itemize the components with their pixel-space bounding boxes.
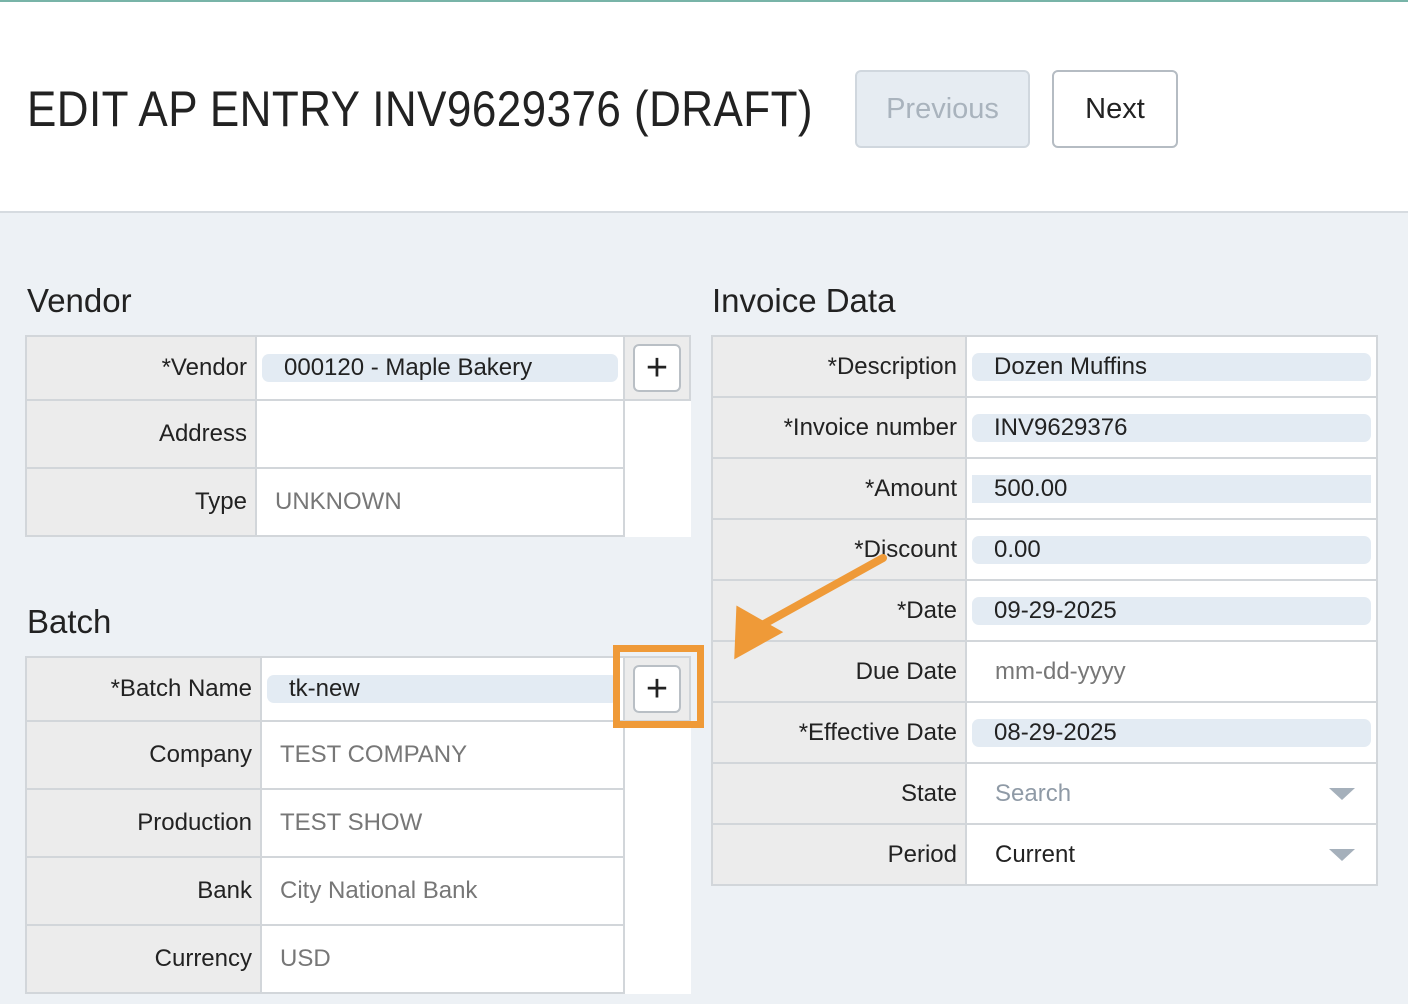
- vendor-table: *Vendor 000120 - Maple Bakery + Address …: [25, 335, 691, 537]
- effective-date-input[interactable]: 08-29-2025: [972, 718, 1371, 747]
- date-label: *Date: [711, 579, 967, 642]
- production-field: TEST SHOW: [260, 788, 625, 858]
- state-label: State: [711, 762, 967, 825]
- period-select[interactable]: Current: [972, 841, 1371, 869]
- invoice-number-label: *Invoice number: [711, 396, 967, 459]
- currency-field: USD: [260, 924, 625, 994]
- previous-button[interactable]: Previous: [855, 70, 1030, 148]
- description-field[interactable]: Dozen Muffins: [965, 335, 1378, 398]
- invoice-number-input[interactable]: INV9629376: [972, 413, 1371, 442]
- effective-date-field[interactable]: 08-29-2025: [965, 701, 1378, 764]
- page-title: EDIT AP ENTRY INV9629376 (DRAFT): [27, 81, 814, 137]
- production-label: Production: [25, 788, 262, 858]
- vendor-section-title: Vendor: [27, 282, 132, 319]
- company-field: TEST COMPANY: [260, 720, 625, 790]
- effective-date-label: *Effective Date: [711, 701, 967, 764]
- description-input[interactable]: Dozen Muffins: [972, 352, 1371, 381]
- state-field[interactable]: Search: [965, 762, 1378, 825]
- type-field: UNKNOWN: [255, 467, 625, 537]
- state-placeholder: Search: [995, 779, 1072, 807]
- date-field[interactable]: 09-29-2025: [965, 579, 1378, 642]
- period-value: Current: [995, 840, 1076, 868]
- batch-section-title: Batch: [27, 603, 112, 640]
- company-value: TEST COMPANY: [280, 741, 468, 768]
- discount-field[interactable]: 0.00: [965, 518, 1378, 581]
- chevron-down-icon[interactable]: [1329, 787, 1355, 800]
- address-label: Address: [25, 399, 257, 469]
- batch-name-label: *Batch Name: [25, 656, 262, 722]
- next-button[interactable]: Next: [1052, 70, 1178, 148]
- amount-field[interactable]: 500.00: [965, 457, 1378, 520]
- currency-value: USD: [280, 945, 331, 972]
- due-date-label: Due Date: [711, 640, 967, 703]
- production-value: TEST SHOW: [280, 809, 423, 836]
- due-date-input[interactable]: mm-dd-yyyy: [972, 658, 1126, 685]
- address-field: [255, 399, 625, 469]
- company-label: Company: [25, 720, 262, 790]
- batch-add-cell: +: [623, 656, 691, 722]
- plus-icon: +: [645, 668, 669, 710]
- type-value: UNKNOWN: [275, 488, 402, 515]
- page-header: EDIT AP ENTRY INV9629376 (DRAFT) Previou…: [0, 2, 1408, 213]
- date-input[interactable]: 09-29-2025: [972, 596, 1371, 625]
- discount-label: *Discount: [711, 518, 967, 581]
- add-batch-button[interactable]: +: [633, 665, 681, 713]
- invoice-section-title: Invoice Data: [712, 282, 896, 319]
- amount-input[interactable]: 500.00: [972, 474, 1371, 503]
- bank-value: City National Bank: [280, 877, 478, 904]
- address-value: [262, 420, 275, 447]
- add-vendor-button[interactable]: +: [633, 344, 681, 392]
- bank-field: City National Bank: [260, 856, 625, 926]
- type-label: Type: [25, 467, 257, 537]
- chevron-down-icon[interactable]: [1329, 848, 1355, 861]
- currency-label: Currency: [25, 924, 262, 994]
- description-label: *Description: [711, 335, 967, 398]
- bank-label: Bank: [25, 856, 262, 926]
- batch-table: *Batch Name tk-new + Company TEST COMPAN…: [25, 656, 691, 994]
- batch-name-value[interactable]: tk-new: [267, 675, 618, 703]
- vendor-label: *Vendor: [25, 335, 257, 401]
- batch-name-field[interactable]: tk-new: [260, 656, 625, 722]
- invoice-number-field[interactable]: INV9629376: [965, 396, 1378, 459]
- invoice-table: *Description Dozen Muffins *Invoice numb…: [711, 335, 1378, 886]
- period-field[interactable]: Current: [965, 823, 1378, 886]
- due-date-field[interactable]: mm-dd-yyyy: [965, 640, 1378, 703]
- state-select[interactable]: Search: [972, 780, 1371, 808]
- amount-label: *Amount: [711, 457, 967, 520]
- plus-icon: +: [645, 347, 669, 389]
- discount-input[interactable]: 0.00: [972, 535, 1371, 564]
- vendor-add-cell: +: [623, 335, 691, 401]
- period-label: Period: [711, 823, 967, 886]
- vendor-value[interactable]: 000120 - Maple Bakery: [262, 354, 618, 382]
- vendor-field[interactable]: 000120 - Maple Bakery: [255, 335, 625, 401]
